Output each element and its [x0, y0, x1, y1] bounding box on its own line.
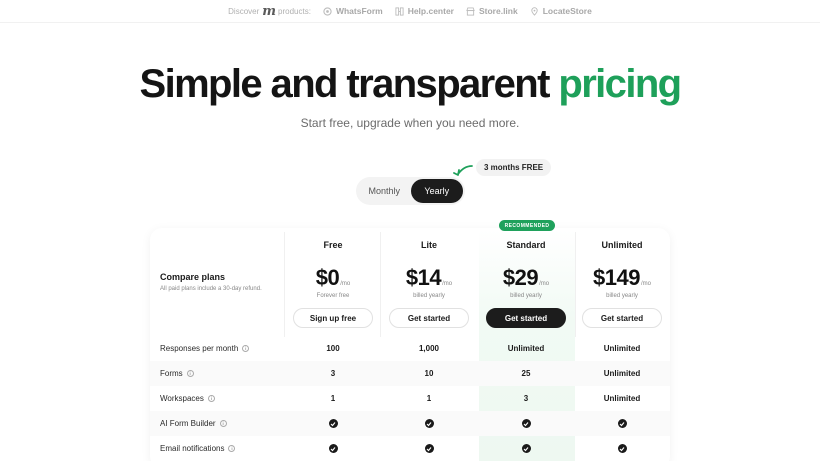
compare-plans-title: Compare plans	[160, 272, 226, 282]
feature-name: Responses per month	[160, 344, 239, 353]
product-link-help-center[interactable]: Help.center	[395, 6, 454, 16]
plan-lite: Lite $14 /mo billed yearly Get started	[381, 240, 477, 328]
check-cell	[381, 436, 477, 461]
check-icon	[521, 419, 531, 428]
help-center-icon	[395, 6, 404, 16]
feature-value: 10	[424, 369, 434, 378]
check-icon	[424, 444, 434, 453]
info-icon[interactable]: i	[207, 395, 215, 402]
feature-name: Forms	[160, 369, 183, 378]
check-icon	[617, 444, 627, 453]
check-icon	[617, 419, 627, 428]
check-icon	[328, 419, 338, 428]
info-icon[interactable]: i	[186, 370, 194, 377]
billing-toggle: Monthly Yearly	[356, 177, 465, 205]
get-started-lite-button[interactable]: Get started	[389, 308, 469, 328]
header-divider	[0, 22, 820, 23]
check-cell	[574, 411, 670, 436]
plan-free: Free $0 /mo Forever free Sign up free	[285, 240, 381, 328]
recommended-badge: RECOMMENDED	[499, 220, 555, 231]
feature-value: 25	[521, 369, 531, 378]
store-link-icon	[466, 6, 475, 16]
feature-row: Responses per month i 100 1,000 Unlimited…	[150, 336, 670, 361]
product-link-locate-store[interactable]: LocateStore	[530, 6, 592, 16]
feature-value: 1	[330, 394, 336, 403]
feature-value: Unlimited	[603, 394, 641, 403]
feature-row: Workspaces i 1 1 3 Unlimited	[150, 386, 670, 411]
plan-name: Unlimited	[601, 240, 643, 250]
product-link-whatsform[interactable]: WhatsForm	[323, 6, 383, 16]
check-cell	[381, 411, 477, 436]
check-cell	[574, 436, 670, 461]
check-icon	[328, 444, 338, 453]
plan-billing: billed yearly	[510, 293, 542, 299]
check-icon	[521, 444, 531, 453]
feature-name: Workspaces	[160, 394, 204, 403]
products-bar: Discover m products: WhatsForm Help.cent…	[0, 0, 820, 22]
sign-up-free-button[interactable]: Sign up free	[293, 308, 373, 328]
check-cell	[285, 411, 381, 436]
plan-price: $29 /mo	[502, 265, 550, 290]
feature-name: AI Form Builder	[160, 419, 216, 428]
feature-row: Forms i 3 10 25 Unlimited	[150, 361, 670, 386]
plan-price: $149 /mo	[593, 265, 651, 290]
feature-name: Email notifications	[160, 444, 225, 453]
plan-name: Standard	[506, 240, 546, 250]
billing-option-yearly[interactable]: Yearly	[410, 179, 463, 203]
feature-value: 3	[523, 394, 529, 403]
get-started-unlimited-button[interactable]: Get started	[582, 308, 662, 328]
page-subtitle: Start free, upgrade when you need more.	[300, 116, 520, 130]
feature-row: AI Form Builder i	[150, 411, 670, 436]
billing-option-monthly[interactable]: Monthly	[358, 179, 411, 203]
plan-billing: billed yearly	[606, 293, 638, 299]
check-cell	[478, 436, 574, 461]
feature-value: 3	[330, 369, 336, 378]
locate-store-icon	[530, 6, 539, 16]
discover-label: Discover m products:	[228, 3, 311, 19]
feature-value: Unlimited	[507, 344, 545, 353]
feature-value: 1,000	[418, 344, 440, 353]
plan-name: Free	[323, 240, 343, 250]
feature-row: Email notifications i	[150, 436, 670, 461]
feature-value: 100	[326, 344, 340, 353]
plan-name: Lite	[420, 240, 437, 250]
promo-badge: 3 months FREE	[476, 159, 552, 176]
get-started-standard-button[interactable]: Get started	[486, 308, 566, 328]
plan-billing: billed yearly	[413, 293, 445, 299]
feature-value: 1	[426, 394, 432, 403]
info-icon[interactable]: i	[228, 445, 236, 452]
plan-billing: Forever free	[316, 293, 350, 299]
plan-price: $14 /mo	[405, 265, 453, 290]
feature-value: Unlimited	[603, 369, 641, 378]
plan-price: $0 /mo	[315, 265, 351, 290]
plan-standard: Standard $29 /mo billed yearly Get start…	[478, 240, 574, 328]
brand-logo: m	[262, 3, 276, 19]
check-cell	[285, 436, 381, 461]
check-cell	[478, 411, 574, 436]
refund-note: All paid plans include a 30-day refund.	[160, 286, 262, 292]
plan-unlimited: Unlimited $149 /mo billed yearly Get sta…	[574, 240, 670, 328]
whatsform-icon	[323, 6, 332, 16]
check-icon	[424, 419, 434, 428]
info-icon[interactable]: i	[219, 420, 227, 427]
curved-arrow-icon	[453, 165, 473, 176]
product-link-store-link[interactable]: Store.link	[466, 6, 518, 16]
page-title: Simple and transparent pricing	[139, 62, 682, 106]
feature-value: Unlimited	[603, 344, 641, 353]
info-icon[interactable]: i	[242, 345, 250, 352]
